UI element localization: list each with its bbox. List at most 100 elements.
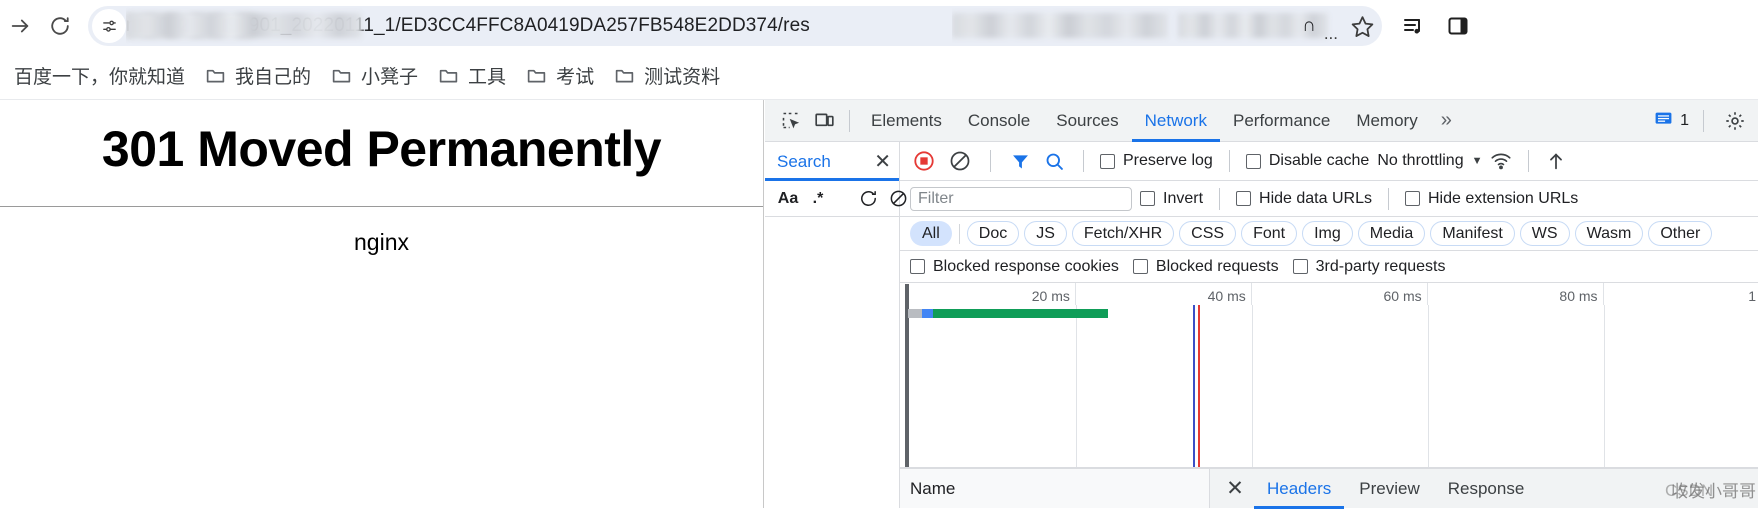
blocked-requests-label: Blocked requests xyxy=(1155,257,1279,275)
type-pill-all[interactable]: All xyxy=(910,221,952,246)
detail-tab-response[interactable]: Response xyxy=(1435,469,1538,509)
export-har-icon[interactable] xyxy=(1545,150,1567,172)
ruler-tick-label: 60 ms xyxy=(1383,288,1422,304)
message-count-value: 1 xyxy=(1680,111,1689,129)
hide-data-urls-checkbox[interactable]: Hide data URLs xyxy=(1236,190,1372,208)
filter-input[interactable]: Filter xyxy=(910,186,1132,211)
overview-ruler: 20 ms 40 ms 60 ms 80 ms 1 xyxy=(900,283,1758,305)
checkbox-box xyxy=(1292,259,1308,274)
tab-console[interactable]: Console xyxy=(955,100,1043,142)
pill-separator xyxy=(958,223,960,244)
reload-button[interactable] xyxy=(40,6,80,46)
watermark-author: 收发小哥哥 xyxy=(1671,482,1756,501)
toolbar-separator-3 xyxy=(1228,150,1230,172)
detail-tab-headers[interactable]: Headers xyxy=(1254,469,1344,509)
record-button[interactable] xyxy=(910,147,938,175)
type-pill-js[interactable]: JS xyxy=(1024,221,1067,246)
bookmark-label: 工具 xyxy=(468,67,507,88)
search-drawer: Search ✕ Aa .* xyxy=(765,142,906,508)
type-pill-manifest[interactable]: Manifest xyxy=(1430,221,1515,246)
inspect-element-icon[interactable] xyxy=(773,104,807,138)
tab-label: Sources xyxy=(1056,110,1119,130)
blocked-response-cookies-checkbox[interactable]: Blocked response cookies xyxy=(910,258,1119,276)
close-icon[interactable]: ✕ xyxy=(1218,470,1252,508)
gear-icon[interactable] xyxy=(1718,104,1752,138)
devtools-tabbar-right: 1 xyxy=(1654,104,1758,138)
type-pill-other[interactable]: Other xyxy=(1648,221,1713,246)
toolbar-actions xyxy=(1394,6,1486,46)
checkbox-box xyxy=(1100,153,1115,169)
tab-network[interactable]: Network xyxy=(1132,100,1220,142)
side-panel-icon[interactable] xyxy=(1438,6,1478,46)
search-drawer-header[interactable]: Search ✕ xyxy=(765,142,899,181)
folder-icon xyxy=(526,65,547,86)
filter-icon[interactable] xyxy=(1007,148,1033,174)
disable-cache-label: Disable cache xyxy=(1268,152,1370,169)
type-pill-img[interactable]: Img xyxy=(1302,221,1353,246)
device-toolbar-icon[interactable] xyxy=(807,104,841,138)
checkbox-box xyxy=(1404,191,1420,206)
site-settings-icon[interactable] xyxy=(92,9,126,43)
third-party-requests-checkbox[interactable]: 3rd-party requests xyxy=(1292,258,1445,276)
server-signature: nginx xyxy=(354,229,409,255)
bookmark-folder-exam[interactable]: 考试 xyxy=(516,58,604,94)
type-pill-doc[interactable]: Doc xyxy=(966,221,1020,246)
refresh-icon[interactable] xyxy=(855,186,881,212)
checkbox-box xyxy=(1132,259,1148,274)
regex-icon[interactable]: .* xyxy=(805,186,831,212)
resource-type-filters: All Doc JS Fetch/XHR CSS Font Img Media … xyxy=(900,217,1758,251)
filter-separator-2 xyxy=(1387,187,1389,210)
type-pill-wasm[interactable]: Wasm xyxy=(1574,221,1644,246)
media-controls-icon[interactable] xyxy=(1394,6,1434,46)
close-icon[interactable]: ✕ xyxy=(874,152,891,172)
forward-button[interactable] xyxy=(0,6,40,46)
type-pill-media[interactable]: Media xyxy=(1357,221,1426,246)
chevron-down-icon[interactable]: ▼ xyxy=(1472,155,1483,167)
watermark-csdn: CSDN xyxy=(1665,481,1714,500)
type-pill-ws[interactable]: WS xyxy=(1519,221,1570,246)
folder-icon xyxy=(614,65,635,86)
bookmark-star-icon[interactable] xyxy=(1342,6,1382,46)
tab-performance[interactable]: Performance xyxy=(1220,100,1343,142)
url-redaction-3 xyxy=(952,13,1168,38)
search-icon[interactable] xyxy=(1041,148,1067,174)
network-overview[interactable]: 20 ms 40 ms 60 ms 80 ms 1 xyxy=(900,283,1758,468)
type-pill-css[interactable]: CSS xyxy=(1179,221,1237,246)
more-tabs-icon[interactable]: » xyxy=(1431,109,1462,132)
bookmark-label: 小凳子 xyxy=(361,67,419,88)
blocked-requests-checkbox[interactable]: Blocked requests xyxy=(1132,257,1279,276)
checkbox-box xyxy=(1140,191,1155,206)
message-counter[interactable]: 1 xyxy=(1654,109,1689,133)
bookmark-folder-tools[interactable]: 工具 xyxy=(428,58,516,94)
url-text-wrap[interactable]: net/04296/391901_20220111_1/ED3CC4FFC8A0… xyxy=(126,6,952,46)
address-bar[interactable]: net/04296/391901_20220111_1/ED3CC4FFC8A0… xyxy=(88,6,1382,46)
bookmark-label: 百度一下，你就知道 xyxy=(14,67,186,88)
preserve-log-checkbox[interactable]: Preserve log xyxy=(1100,152,1213,170)
network-filter-bar: Filter Invert Hide data URLs Hide extens… xyxy=(900,181,1758,217)
url-text-wrap-tail[interactable]: ∩ ... xyxy=(952,6,1342,46)
type-pill-fetch-xhr[interactable]: Fetch/XHR xyxy=(1071,221,1175,246)
bookmark-item-baidu[interactable]: 百度一下，你就知道 xyxy=(4,58,195,94)
hide-extension-urls-label: Hide extension URLs xyxy=(1427,189,1579,207)
tab-memory[interactable]: Memory xyxy=(1343,100,1430,142)
toolbar-separator-4 xyxy=(1528,150,1530,172)
clear-button[interactable] xyxy=(946,147,974,175)
invert-checkbox[interactable]: Invert xyxy=(1140,190,1203,208)
throttling-select[interactable]: No throttling xyxy=(1377,152,1463,170)
network-conditions-icon[interactable] xyxy=(1490,150,1512,172)
request-table-name-header[interactable]: Name xyxy=(900,468,1210,508)
ruler-tick-label: 20 ms xyxy=(1031,288,1070,304)
tab-sources[interactable]: Sources xyxy=(1043,100,1131,142)
hide-extension-urls-checkbox[interactable]: Hide extension URLs xyxy=(1404,189,1579,208)
bookmark-folder-testdata[interactable]: 测试资料 xyxy=(604,58,730,94)
waterfall-bar-download xyxy=(933,309,1109,318)
bookmark-folder-mine[interactable]: 我自己的 xyxy=(195,58,321,94)
tab-elements[interactable]: Elements xyxy=(858,100,955,142)
bookmark-folder-stool[interactable]: 小凳子 xyxy=(321,58,428,94)
waterfall-bar-queue xyxy=(907,309,923,318)
disable-cache-checkbox[interactable]: Disable cache xyxy=(1245,152,1370,170)
detail-tab-preview[interactable]: Preview xyxy=(1346,469,1432,509)
match-case-icon[interactable]: Aa xyxy=(775,186,801,212)
checkbox-box xyxy=(910,259,925,274)
type-pill-font[interactable]: Font xyxy=(1241,221,1298,246)
